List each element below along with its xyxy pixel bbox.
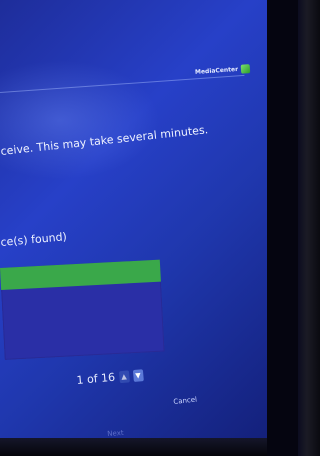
header-divider [0,74,245,93]
media-center-logo-icon [240,64,251,74]
monitor-bezel-bottom [0,438,267,456]
instruction-text: ceive. This may take several minutes. [0,123,209,158]
cancel-button[interactable]: Cancel [173,396,197,406]
page-indicator: 1 of 16 [76,370,116,387]
monitor-bezel-right [298,0,320,456]
screen-glare [0,60,160,180]
next-button[interactable]: Next [107,429,124,438]
brand-label: MediaCenter [194,65,239,76]
list-item-selected[interactable] [0,259,161,290]
found-count-text: ce(s) found) [0,230,68,249]
media-center-screen: MediaCenter ceive. This may take several… [0,0,267,456]
device-list[interactable] [0,259,165,360]
chevron-down-icon[interactable]: ▼ [132,368,144,382]
chevron-up-icon[interactable]: ▲ [118,369,130,383]
pager: 1 of 16 ▲ ▼ [76,368,144,387]
